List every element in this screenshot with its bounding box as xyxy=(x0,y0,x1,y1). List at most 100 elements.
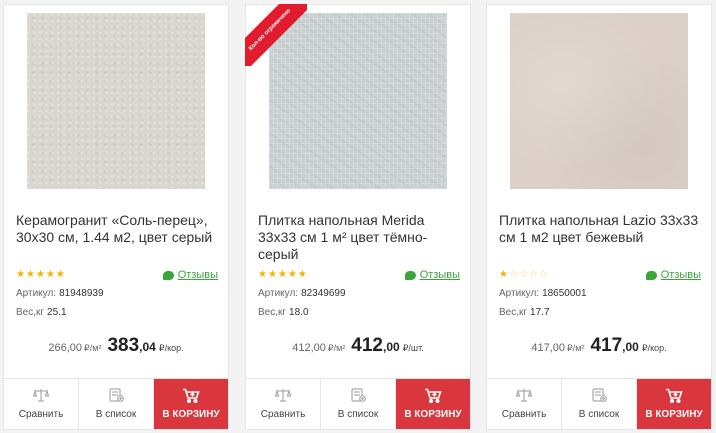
price-per-m2: 266,00 ₽/м² xyxy=(48,342,101,354)
sku-row: Артикул: 18650001 xyxy=(499,288,587,299)
product-image[interactable] xyxy=(27,13,205,189)
chat-bubble-icon xyxy=(404,270,416,280)
add-to-list-button[interactable]: В список xyxy=(79,379,154,429)
main-price: 412,00 ₽/шт. xyxy=(351,335,423,357)
price-per-m2: 417,00 ₽/м² xyxy=(531,342,584,354)
scales-icon xyxy=(33,388,49,402)
price-unit: ₽/кор. xyxy=(641,343,667,353)
compare-label: Сравнить xyxy=(18,409,64,420)
list-add-icon xyxy=(351,388,366,402)
rating-stars: ★★★★★ xyxy=(16,269,66,280)
price-block: 412,00 ₽/м² 412,00 ₽/шт. xyxy=(246,335,470,357)
compare-label: Сравнить xyxy=(260,409,306,420)
star-outline-icon: ☆ xyxy=(518,269,529,280)
weight-label: Вес,кг xyxy=(499,307,528,318)
compare-button[interactable]: Сравнить xyxy=(487,379,562,429)
star-outline-icon: ☆ xyxy=(538,269,549,280)
star-outline-icon: ☆ xyxy=(528,269,539,280)
weight-row: Вес,кг 25.1 xyxy=(16,307,67,318)
reviews-link[interactable]: Отзывы xyxy=(162,269,218,281)
product-card: Керамогранит «Соль-перец», 30x30 см, 1.4… xyxy=(3,4,229,430)
add-to-cart-button[interactable]: В КОРЗИНУ xyxy=(396,379,470,429)
compare-button[interactable]: Сравнить xyxy=(4,379,79,429)
star-icon: ★ xyxy=(267,269,278,280)
product-image-area[interactable] xyxy=(487,13,711,199)
price-integer: 417 xyxy=(590,335,623,356)
price-fraction: ,00 xyxy=(383,340,400,354)
product-image-area[interactable] xyxy=(4,13,228,199)
list-label: В список xyxy=(578,409,620,420)
product-card: Плитка напольная Lazio 33x33 см 1 м2 цве… xyxy=(486,4,712,430)
product-card: Кол-во ограничено Плитка напольная Merid… xyxy=(245,4,471,430)
product-title[interactable]: Плитка напольная Lazio 33x33 см 1 м2 цве… xyxy=(499,212,703,246)
star-icon: ★ xyxy=(25,269,36,280)
scales-icon xyxy=(516,388,532,402)
cart-label: В КОРЗИНУ xyxy=(645,409,703,420)
price-block: 417,00 ₽/м² 417,00 ₽/кор. xyxy=(487,335,711,357)
sku-label: Артикул: xyxy=(16,288,57,299)
rating-stars: ★★★★★ xyxy=(258,269,308,280)
compare-button[interactable]: Сравнить xyxy=(246,379,321,429)
weight-label: Вес,кг xyxy=(16,307,45,318)
cart-label: В КОРЗИНУ xyxy=(162,409,220,420)
product-title[interactable]: Керамогранит «Соль-перец», 30x30 см, 1.4… xyxy=(16,212,220,246)
product-image[interactable] xyxy=(510,13,688,189)
cart-plus-icon xyxy=(183,388,200,403)
limited-stock-text: Кол-во ограничено xyxy=(245,4,307,66)
product-title[interactable]: Плитка напольная Merida 33x33 см 1 м² цв… xyxy=(258,212,462,263)
reviews-link[interactable]: Отзывы xyxy=(404,269,460,281)
reviews-label[interactable]: Отзывы xyxy=(661,269,701,281)
weight-label: Вес,кг xyxy=(258,307,287,318)
star-outline-icon: ☆ xyxy=(508,269,519,280)
star-icon: ★ xyxy=(499,269,509,280)
list-add-icon xyxy=(109,388,124,402)
sku-value: 82349699 xyxy=(301,288,346,299)
reviews-label[interactable]: Отзывы xyxy=(420,269,460,281)
star-icon: ★ xyxy=(297,269,308,280)
compare-label: Сравнить xyxy=(501,409,547,420)
add-to-cart-button[interactable]: В КОРЗИНУ xyxy=(637,379,711,429)
list-label: В список xyxy=(337,409,379,420)
add-to-list-button[interactable]: В список xyxy=(321,379,396,429)
star-icon: ★ xyxy=(35,269,46,280)
rating-stars: ★☆☆☆☆ xyxy=(499,269,549,280)
reviews-link[interactable]: Отзывы xyxy=(645,269,701,281)
add-to-cart-button[interactable]: В КОРЗИНУ xyxy=(154,379,228,429)
price-fraction: ,00 xyxy=(622,340,639,354)
price-unit: ₽/шт. xyxy=(402,343,424,353)
add-to-list-button[interactable]: В список xyxy=(562,379,637,429)
star-icon: ★ xyxy=(258,269,268,280)
sku-value: 81948939 xyxy=(59,288,104,299)
sku-value: 18650001 xyxy=(542,288,587,299)
weight-value: 17.7 xyxy=(530,307,550,318)
list-label: В список xyxy=(95,409,137,420)
price-per-m2: 412,00 ₽/м² xyxy=(292,342,345,354)
price-per-m2-unit: ₽/м² xyxy=(327,343,346,353)
star-icon: ★ xyxy=(277,269,288,280)
chat-bubble-icon xyxy=(645,270,657,280)
limited-stock-ribbon: Кол-во ограничено xyxy=(245,4,307,66)
star-icon: ★ xyxy=(45,269,56,280)
sku-label: Артикул: xyxy=(258,288,299,299)
card-actions: Сравнить В список В КОРЗИНУ xyxy=(246,378,470,429)
sku-row: Артикул: 82349699 xyxy=(258,288,346,299)
price-per-m2-value: 266,00 xyxy=(48,342,83,354)
weight-value: 25.1 xyxy=(47,307,67,318)
sku-row: Артикул: 81948939 xyxy=(16,288,104,299)
price-integer: 383 xyxy=(107,335,140,356)
scales-icon xyxy=(275,388,291,402)
star-icon: ★ xyxy=(287,269,298,280)
card-actions: Сравнить В список В КОРЗИНУ xyxy=(487,378,711,429)
price-unit: ₽/кор. xyxy=(158,343,184,353)
price-per-m2-unit: ₽/м² xyxy=(567,343,585,353)
star-icon: ★ xyxy=(16,269,26,280)
cart-plus-icon xyxy=(666,388,683,403)
card-actions: Сравнить В список В КОРЗИНУ xyxy=(4,378,228,429)
weight-row: Вес,кг 18.0 xyxy=(258,307,309,318)
cart-plus-icon xyxy=(425,388,442,403)
main-price: 383,04 ₽/кор. xyxy=(107,335,183,357)
price-integer: 412 xyxy=(351,335,383,356)
list-add-icon xyxy=(592,388,607,402)
reviews-label[interactable]: Отзывы xyxy=(178,269,218,281)
sku-label: Артикул: xyxy=(499,288,540,299)
